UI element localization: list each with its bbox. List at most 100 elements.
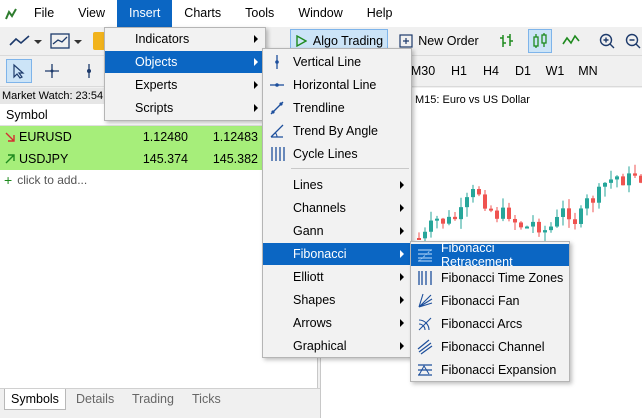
menu-item-label: Fibonacci Time Zones (441, 271, 564, 285)
candle-body (459, 207, 463, 220)
tab-details[interactable]: Details (70, 389, 120, 410)
menu-item-fibonacci-fan[interactable]: Fibonacci Fan (411, 290, 569, 312)
trend-angle-icon (270, 124, 284, 138)
menu-item-label: Vertical Line (293, 55, 362, 69)
tab-symbols[interactable]: Symbols (4, 389, 66, 410)
candle-body (627, 173, 631, 186)
symbol-column-header[interactable]: Symbol (0, 108, 48, 122)
zoom-in-button[interactable] (596, 29, 618, 53)
menu-item-label: Trendline (293, 101, 345, 115)
menu-file[interactable]: File (22, 0, 66, 27)
candle-body (615, 176, 619, 180)
menu-charts[interactable]: Charts (172, 0, 233, 27)
arrow-up-icon (5, 154, 15, 164)
objects-submenu: Vertical Line Horizontal Line Trendline … (262, 48, 412, 358)
candle-body (477, 189, 481, 195)
ask-price: 1.12483 (212, 130, 258, 144)
cursor-button[interactable] (6, 59, 32, 83)
tab-ticks[interactable]: Ticks (186, 389, 227, 410)
vertical-line-button[interactable] (80, 59, 98, 83)
candle-body (507, 207, 511, 219)
candle-body (441, 218, 445, 224)
candle-body (447, 216, 451, 224)
zoom-out-button[interactable] (624, 29, 642, 53)
bar-chart-button[interactable] (496, 29, 518, 53)
line-chart-button[interactable] (560, 29, 582, 53)
menu-item-indicators[interactable]: Indicators (105, 28, 265, 50)
menu-item-label: Channels (293, 201, 346, 215)
menu-item-trendline[interactable]: Trendline (263, 97, 411, 119)
candle-body (549, 226, 553, 231)
crosshair-button[interactable] (40, 59, 64, 83)
fibo-channel-icon (417, 339, 433, 355)
templates-button[interactable] (48, 29, 86, 53)
menu-item-cycle-lines[interactable]: Cycle Lines (263, 143, 411, 165)
menu-separator (291, 168, 409, 169)
timeframe-d1[interactable]: D1 (510, 59, 536, 83)
horizontal-line-icon (270, 83, 284, 87)
fibonacci-submenu: Fibonacci Retracement Fibonacci Time Zon… (410, 241, 570, 382)
timeframe-mn[interactable]: MN (574, 59, 602, 83)
candle-body (609, 179, 613, 183)
menu-item-experts[interactable]: Experts (105, 74, 265, 96)
timeframe-h1[interactable]: H1 (446, 59, 472, 83)
candle-body (525, 226, 529, 229)
menu-item-label: Trend By Angle (293, 124, 379, 138)
candle-body (561, 208, 565, 217)
menu-tools[interactable]: Tools (233, 0, 286, 27)
line-chart-dropdown-icon (9, 35, 42, 46)
candle-body (513, 218, 517, 223)
ask-price: 145.382 (212, 152, 258, 166)
tab-trading[interactable]: Trading (126, 389, 180, 410)
menu-item-fibonacci-channel[interactable]: Fibonacci Channel (411, 336, 569, 358)
submenu-arrow-icon (400, 250, 404, 258)
menu-item-lines[interactable]: Lines (263, 174, 411, 196)
menu-item-fibonacci-arcs[interactable]: Fibonacci Arcs (411, 313, 569, 335)
menu-item-label: Fibonacci Arcs (441, 317, 523, 331)
menu-item-fibonacci-retracement[interactable]: Fibonacci Retracement (411, 241, 569, 269)
submenu-arrow-icon (400, 273, 404, 281)
submenu-arrow-icon (400, 181, 404, 189)
menu-item-trend-by-angle[interactable]: Trend By Angle (263, 120, 411, 142)
menu-item-label: Arrows (293, 316, 332, 330)
arrow-down-icon (5, 132, 15, 142)
timeframe-h4[interactable]: H4 (478, 59, 504, 83)
candle-body (537, 221, 541, 233)
menu-insert[interactable]: Insert (117, 0, 173, 27)
line-chart-icon (562, 34, 580, 45)
menu-item-horizontal-line[interactable]: Horizontal Line (263, 74, 411, 96)
timeframe-m30[interactable]: M30 (408, 59, 438, 83)
crosshair-icon (45, 64, 59, 78)
submenu-arrow-icon (400, 204, 404, 212)
menu-item-fibonacci-expansion[interactable]: Fibonacci Expansion (411, 359, 569, 381)
menu-item-graphical[interactable]: Graphical (263, 335, 411, 357)
submenu-arrow-icon (254, 104, 258, 112)
menu-item-objects[interactable]: Objects (105, 51, 265, 73)
fibo-retracement-icon (418, 249, 432, 262)
menu-view[interactable]: View (66, 0, 117, 27)
profiles-button[interactable] (6, 29, 44, 53)
trendline-icon (270, 101, 284, 115)
candlestick-button[interactable] (528, 29, 552, 53)
menu-item-label: Cycle Lines (293, 147, 358, 161)
menu-item-elliott[interactable]: Elliott (263, 266, 411, 288)
menu-item-arrows[interactable]: Arrows (263, 312, 411, 334)
candle-body (555, 216, 559, 227)
candle-body (621, 176, 625, 186)
bar-chart-icon (500, 34, 513, 47)
menu-item-label: Objects (135, 55, 178, 69)
menu-item-gann[interactable]: Gann (263, 220, 411, 242)
submenu-arrow-icon (254, 81, 258, 89)
plus-icon: + (4, 172, 13, 188)
menu-item-fibonacci[interactable]: Fibonacci (263, 243, 411, 265)
menu-item-scripts[interactable]: Scripts (105, 97, 265, 119)
app-logo[interactable] (0, 0, 22, 27)
menu-window[interactable]: Window (286, 0, 354, 27)
menu-help[interactable]: Help (355, 0, 405, 27)
menu-item-fibonacci-time-zones[interactable]: Fibonacci Time Zones (411, 267, 569, 289)
zoom-in-icon (599, 33, 615, 49)
timeframe-w1[interactable]: W1 (542, 59, 568, 83)
menu-item-shapes[interactable]: Shapes (263, 289, 411, 311)
menu-item-channels[interactable]: Channels (263, 197, 411, 219)
menu-item-vertical-line[interactable]: Vertical Line (263, 51, 411, 73)
